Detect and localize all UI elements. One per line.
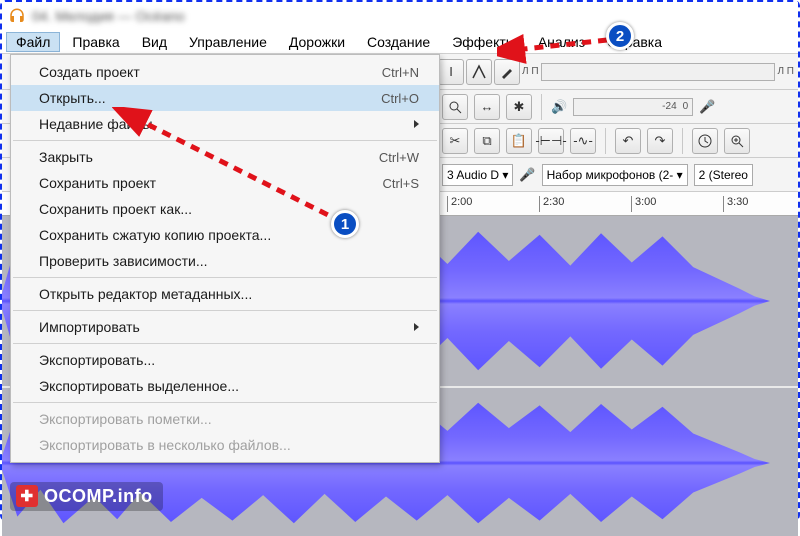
redo-button[interactable]: ↷ xyxy=(647,128,673,154)
menu-создание[interactable]: Создание xyxy=(357,32,440,52)
menu-item-label: Импортировать xyxy=(39,319,140,335)
copy-button[interactable]: ⧉ xyxy=(474,128,500,154)
meter-db-zero: 0 xyxy=(683,101,689,112)
menu-separator xyxy=(13,277,437,278)
draw-tool-button[interactable] xyxy=(494,59,520,85)
zoom-icon xyxy=(448,100,462,114)
window-title: 04. Мелодия — Océano xyxy=(32,8,185,24)
menu-item[interactable]: Недавние файлы xyxy=(11,111,439,137)
envelope-icon xyxy=(471,64,487,80)
watermark: OCOMP.info xyxy=(10,482,163,511)
menu-item[interactable]: Закрыть Ctrl+W xyxy=(11,144,439,170)
envelope-tool-button[interactable] xyxy=(466,59,492,85)
menu-item-label: Проверить зависимости... xyxy=(39,253,208,269)
menu-item[interactable]: Импортировать xyxy=(11,314,439,340)
menu-дорожки[interactable]: Дорожки xyxy=(279,32,355,52)
sync-lock-button[interactable] xyxy=(692,128,718,154)
menu-item[interactable]: Открыть редактор метаданных... xyxy=(11,281,439,307)
menu-item[interactable]: Проверить зависимости... xyxy=(11,248,439,274)
meter-label-left: Л П xyxy=(522,66,539,77)
menu-item[interactable]: Создать проект Ctrl+N xyxy=(11,59,439,85)
menu-item[interactable]: Сохранить сжатую копию проекта... xyxy=(11,222,439,248)
meter-label-right: Л П xyxy=(777,66,794,77)
menu-управление[interactable]: Управление xyxy=(179,32,277,52)
menu-item-label: Создать проект xyxy=(39,64,140,80)
zoom-tool-button[interactable] xyxy=(442,94,468,120)
multi-tool-button[interactable]: ✱ xyxy=(506,94,532,120)
menu-правка[interactable]: Правка xyxy=(62,32,129,52)
menu-item[interactable]: Экспортировать выделенное... xyxy=(11,373,439,399)
menu-separator xyxy=(13,140,437,141)
menu-item-label: Сохранить проект xyxy=(39,175,156,191)
annotation-badge-2: 2 xyxy=(606,22,634,50)
menu-separator xyxy=(13,402,437,403)
menu-item-shortcut: Ctrl+O xyxy=(381,91,419,106)
menu-item-label: Экспортировать пометки... xyxy=(39,411,212,427)
cut-button[interactable]: ✂ xyxy=(442,128,468,154)
menubar: ФайлПравкаВидУправлениеДорожкиСозданиеЭф… xyxy=(2,30,798,54)
menu-item[interactable]: Сохранить проект как... xyxy=(11,196,439,222)
menu-item-shortcut: Ctrl+N xyxy=(382,65,419,80)
meter-db-value: -24 xyxy=(662,101,676,112)
selection-tool-button[interactable]: I xyxy=(438,59,464,85)
menu-item-label: Экспортировать выделенное... xyxy=(39,378,239,394)
speaker-icon: 🔊 xyxy=(551,99,567,115)
timeline-tick: 2:30 xyxy=(539,196,564,212)
zoom-in-button[interactable] xyxy=(724,128,750,154)
silence-button[interactable]: -∿- xyxy=(570,128,596,154)
menu-item[interactable]: Сохранить проект Ctrl+S xyxy=(11,170,439,196)
menu-item[interactable]: Открыть... Ctrl+O xyxy=(11,85,439,111)
menu-separator xyxy=(13,310,437,311)
menu-item-label: Недавние файлы xyxy=(39,116,153,132)
menu-item-shortcut: Ctrl+W xyxy=(379,150,419,165)
menu-item-label: Экспортировать в несколько файлов... xyxy=(39,437,291,453)
menu-item[interactable]: Экспортировать... xyxy=(11,347,439,373)
timeline-tick: 2:00 xyxy=(447,196,472,212)
menu-анализ[interactable]: Анализ xyxy=(528,32,595,52)
mic-icon: 🎤 xyxy=(699,99,715,115)
pencil-icon xyxy=(500,65,514,79)
clock-icon xyxy=(698,134,712,148)
menu-item: Экспортировать пометки... xyxy=(11,406,439,432)
submenu-arrow-icon xyxy=(414,120,419,128)
menu-эффекты[interactable]: Эффекты xyxy=(442,32,526,52)
file-menu-dropdown: Создать проект Ctrl+N Открыть... Ctrl+O Неда… xyxy=(10,54,440,463)
app-headphones-icon xyxy=(8,7,26,25)
trim-button[interactable]: -⊢⊣- xyxy=(538,128,564,154)
menu-item-label: Экспортировать... xyxy=(39,352,155,368)
menu-вид[interactable]: Вид xyxy=(132,32,177,52)
playback-meter[interactable]: -24 0 xyxy=(573,98,693,116)
annotation-badge-1: 1 xyxy=(331,210,359,238)
timeline-tick: 3:00 xyxy=(631,196,656,212)
input-device-combo[interactable]: Набор микрофонов (2- ▾ xyxy=(542,164,688,186)
menu-item-label: Сохранить сжатую копию проекта... xyxy=(39,227,271,243)
submenu-arrow-icon xyxy=(414,323,419,331)
menu-item-shortcut: Ctrl+S xyxy=(383,176,419,191)
menu-item: Экспортировать в несколько файлов... xyxy=(11,432,439,458)
undo-button[interactable]: ↶ xyxy=(615,128,641,154)
timeline-tick: 3:30 xyxy=(723,196,748,212)
audio-host-combo[interactable]: 3 Audio D ▾ xyxy=(442,164,513,186)
menu-файл[interactable]: Файл xyxy=(6,32,60,52)
menu-item-label: Закрыть xyxy=(39,149,93,165)
menu-item-label: Открыть редактор метаданных... xyxy=(39,286,252,302)
paste-button[interactable]: 📋 xyxy=(506,128,532,154)
menu-item-label: Открыть... xyxy=(39,90,106,106)
mic-device-icon: 🎤 xyxy=(519,167,535,183)
recording-meter[interactable] xyxy=(541,63,776,81)
zoom-in-icon xyxy=(730,134,744,148)
timeshift-tool-button[interactable]: ↔ xyxy=(474,94,500,120)
input-channels-combo[interactable]: 2 (Stereo xyxy=(694,164,753,186)
menu-separator xyxy=(13,343,437,344)
menu-item-label: Сохранить проект как... xyxy=(39,201,192,217)
